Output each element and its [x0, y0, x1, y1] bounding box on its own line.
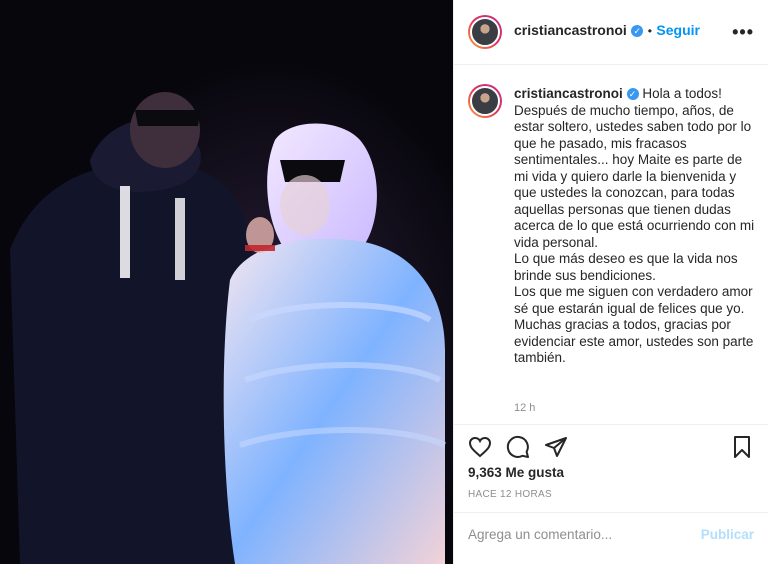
post-photo[interactable] [0, 0, 453, 564]
caption-avatar[interactable] [468, 84, 502, 118]
photo-couple-image [0, 0, 453, 564]
comment-bar: Agrega un comentario... Publicar [454, 512, 768, 565]
share-icon[interactable] [544, 435, 568, 459]
separator-dot: • [647, 24, 652, 38]
post-sidebar: cristiancastronoi ✓ • Seguir ••• cristia… [453, 0, 768, 564]
caption-verified-badge-icon: ✓ [626, 88, 639, 101]
bookmark-icon[interactable] [730, 435, 754, 459]
likes-count[interactable]: 9,363 Me gusta [468, 465, 564, 480]
instagram-post: cristiancastronoi ✓ • Seguir ••• cristia… [0, 0, 768, 564]
more-options-icon[interactable]: ••• [732, 22, 754, 43]
post-time-ago[interactable]: HACE 12 HORAS [468, 489, 552, 500]
author-avatar[interactable] [468, 15, 502, 49]
heart-icon[interactable] [468, 435, 492, 459]
publish-button[interactable]: Publicar [701, 527, 754, 542]
caption-timestamp[interactable]: 12 h [514, 402, 535, 414]
caption-username[interactable]: cristiancastronoi [514, 86, 623, 101]
caption-body: Hola a todos! Después de mucho tiempo, a… [514, 86, 755, 365]
post-header: cristiancastronoi ✓ • Seguir ••• [454, 0, 768, 65]
comment-input[interactable]: Agrega un comentario... [468, 527, 688, 542]
caption-text: cristiancastronoi ✓ Hola a todos! Despué… [514, 86, 756, 367]
verified-badge-icon: ✓ [631, 24, 644, 37]
comment-icon[interactable] [506, 435, 530, 459]
author-username[interactable]: cristiancastronoi [514, 22, 627, 38]
author-line: cristiancastronoi ✓ • Seguir [514, 22, 700, 40]
follow-button[interactable]: Seguir [656, 22, 700, 38]
